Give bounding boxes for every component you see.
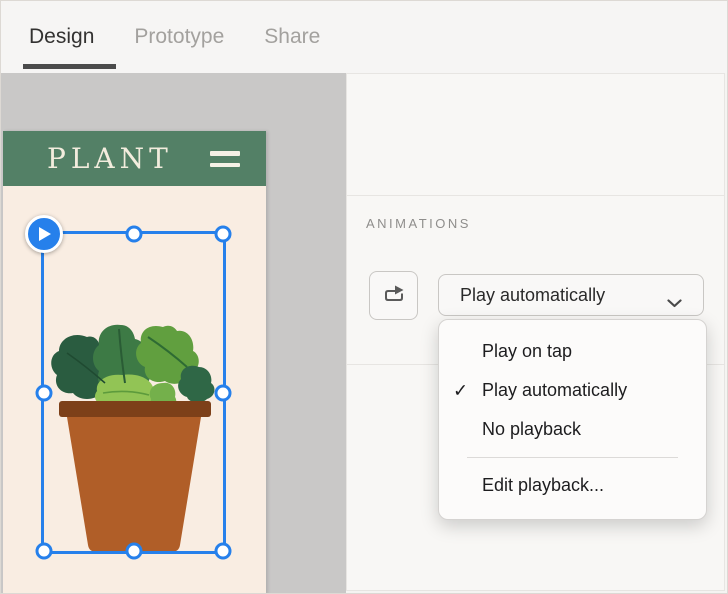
menu-item-play-automatically[interactable]: ✓ Play automatically [439, 371, 706, 410]
playback-icon [381, 282, 407, 309]
tab-design[interactable]: Design [29, 25, 94, 49]
active-tab-underline [23, 64, 116, 69]
workspace: PLANT [1, 73, 728, 594]
artboard-plant[interactable]: PLANT [3, 131, 266, 594]
menu-item-label: Play automatically [482, 380, 627, 401]
menu-item-play-on-tap[interactable]: Play on tap [439, 332, 706, 371]
selection-handle-right[interactable] [215, 384, 232, 401]
menu-item-no-playback[interactable]: No playback [439, 410, 706, 449]
check-icon: ✓ [453, 380, 468, 401]
mode-tabbar: Design Prototype Share [1, 1, 727, 73]
menu-divider [467, 457, 678, 458]
canvas[interactable]: PLANT [1, 73, 346, 594]
playback-mode-dropdown[interactable]: Play automatically [438, 274, 704, 316]
selection-handle-bottom-left[interactable] [36, 543, 53, 560]
panel-section-top [346, 73, 725, 196]
tab-share[interactable]: Share [264, 25, 320, 49]
properties-panel: ANIMATIONS Play automatically [346, 73, 728, 594]
selection-handle-bottom-right[interactable] [215, 543, 232, 560]
design-app-window: Design Prototype Share PLANT [0, 0, 728, 594]
menu-item-label: No playback [482, 419, 581, 440]
play-icon[interactable] [25, 215, 63, 253]
selection-handle-top[interactable] [125, 226, 142, 243]
selection-handle-top-right[interactable] [215, 226, 232, 243]
animations-section-title: ANIMATIONS [366, 216, 471, 231]
playback-trigger-button[interactable] [369, 271, 418, 320]
playback-mode-value: Play automatically [460, 285, 605, 306]
selection-box[interactable] [41, 231, 226, 554]
selection-handle-left[interactable] [36, 384, 53, 401]
playback-dropdown-menu: Play on tap ✓ Play automatically No play… [438, 319, 707, 520]
selection-handle-bottom[interactable] [125, 543, 142, 560]
tab-prototype[interactable]: Prototype [134, 25, 224, 49]
menu-item-label: Edit playback... [482, 475, 604, 496]
menu-item-label: Play on tap [482, 341, 572, 362]
chevron-down-icon [667, 292, 682, 313]
menu-item-edit-playback[interactable]: Edit playback... [439, 466, 706, 505]
